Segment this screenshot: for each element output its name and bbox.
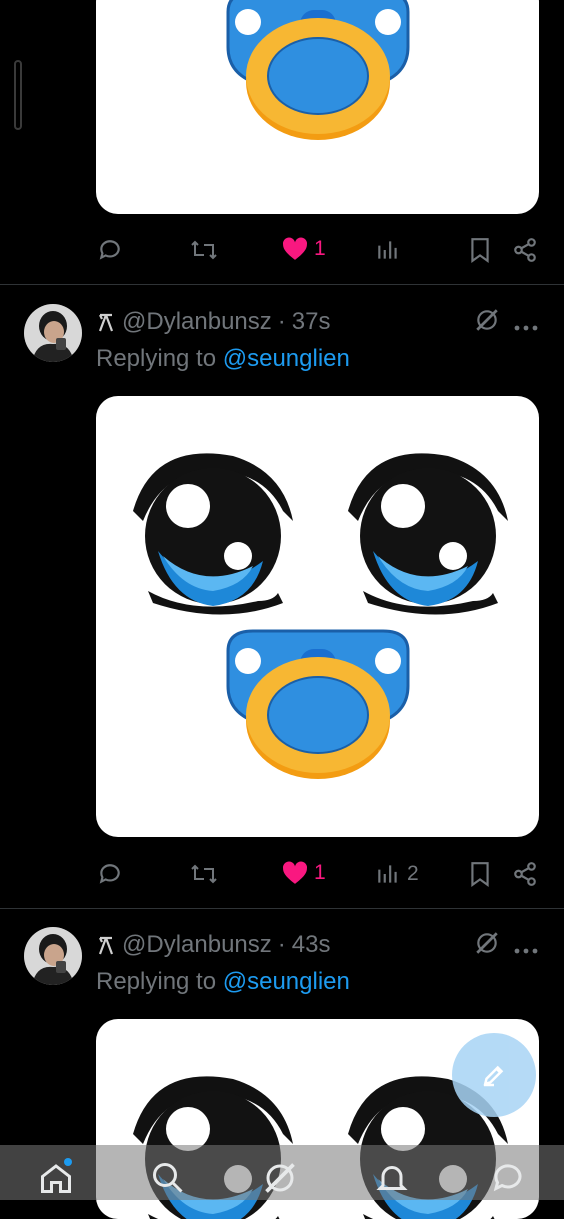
- tweet-divider: [0, 284, 564, 285]
- tweet-divider: [0, 908, 564, 909]
- home-notification-dot: [64, 1158, 72, 1166]
- bookmark-icon: [471, 862, 489, 887]
- reply-button[interactable]: [97, 861, 123, 887]
- nav-notifications[interactable]: [374, 1160, 410, 1201]
- replying-to: Replying to @seunglien: [96, 345, 350, 373]
- like-count: 1: [314, 237, 326, 260]
- views-icon: [378, 865, 397, 883]
- avatar-photo: [24, 304, 82, 362]
- tweet-image[interactable]: [96, 396, 539, 837]
- like-count: 1: [314, 861, 326, 884]
- heart-icon: [282, 861, 308, 884]
- nav-messages[interactable]: [490, 1160, 526, 1201]
- pacifier-image: [226, 0, 410, 142]
- timestamp[interactable]: 43s: [292, 931, 331, 959]
- retweet-icon: [191, 864, 217, 884]
- mention-link[interactable]: @seunglien: [223, 345, 350, 372]
- share-icon: [514, 862, 536, 886]
- replying-to: Replying to @seunglien: [96, 968, 350, 996]
- ribbon-icon: [98, 313, 114, 332]
- grok-icon: [476, 309, 498, 331]
- anime-face-image: [133, 453, 508, 781]
- retweet-button[interactable]: [190, 237, 218, 263]
- share-button[interactable]: [512, 237, 538, 263]
- retweet-button[interactable]: [190, 861, 218, 887]
- tweet-image[interactable]: [96, 0, 539, 214]
- search-icon: [153, 1163, 183, 1193]
- views-button[interactable]: 2: [375, 861, 419, 887]
- retweet-icon: [191, 240, 217, 260]
- grok-button[interactable]: [474, 307, 500, 338]
- username[interactable]: @Dylanbunsz: [122, 931, 272, 959]
- reply-button[interactable]: [97, 237, 123, 263]
- views-icon: [378, 241, 397, 259]
- reply-icon: [99, 864, 120, 884]
- avatar[interactable]: [24, 927, 82, 985]
- more-icon: [514, 948, 538, 954]
- avatar-photo: [24, 927, 82, 985]
- like-button[interactable]: 1: [282, 861, 326, 885]
- heart-icon: [282, 237, 308, 260]
- tweet-header: @Dylanbunsz · 37s: [96, 308, 330, 336]
- ribbon-icon: [98, 936, 114, 955]
- mention-link[interactable]: @seunglien: [223, 968, 350, 995]
- replying-prefix: Replying to: [96, 345, 217, 372]
- nav-search[interactable]: [150, 1160, 186, 1201]
- tweet-header: @Dylanbunsz · 43s: [96, 931, 330, 959]
- scroll-handle[interactable]: [14, 60, 22, 130]
- compose-button[interactable]: [452, 1033, 536, 1117]
- username[interactable]: @Dylanbunsz: [122, 308, 272, 336]
- like-button[interactable]: 1: [282, 237, 326, 261]
- bookmark-icon: [471, 238, 489, 263]
- messages-icon: [493, 1164, 522, 1192]
- notifications-icon: [376, 1166, 408, 1190]
- separator: ·: [277, 308, 286, 335]
- grok-button[interactable]: [474, 930, 500, 961]
- more-icon: [514, 325, 538, 331]
- bookmark-button[interactable]: [468, 237, 492, 263]
- timestamp[interactable]: 37s: [292, 308, 331, 336]
- more-button[interactable]: [514, 941, 538, 959]
- separator: ·: [277, 931, 286, 958]
- compose-icon: [483, 1065, 504, 1087]
- share-icon: [514, 238, 536, 262]
- views-count: 2: [407, 862, 419, 885]
- share-button[interactable]: [512, 861, 538, 887]
- nav-home[interactable]: [38, 1160, 74, 1201]
- avatar[interactable]: [24, 304, 82, 362]
- grok-icon: [476, 932, 498, 954]
- grok-icon: [265, 1163, 295, 1193]
- reply-icon: [99, 240, 120, 260]
- nav-grok[interactable]: [262, 1160, 298, 1201]
- bookmark-button[interactable]: [468, 861, 492, 887]
- more-button[interactable]: [514, 318, 538, 336]
- views-button[interactable]: [375, 237, 407, 263]
- replying-prefix: Replying to: [96, 968, 217, 995]
